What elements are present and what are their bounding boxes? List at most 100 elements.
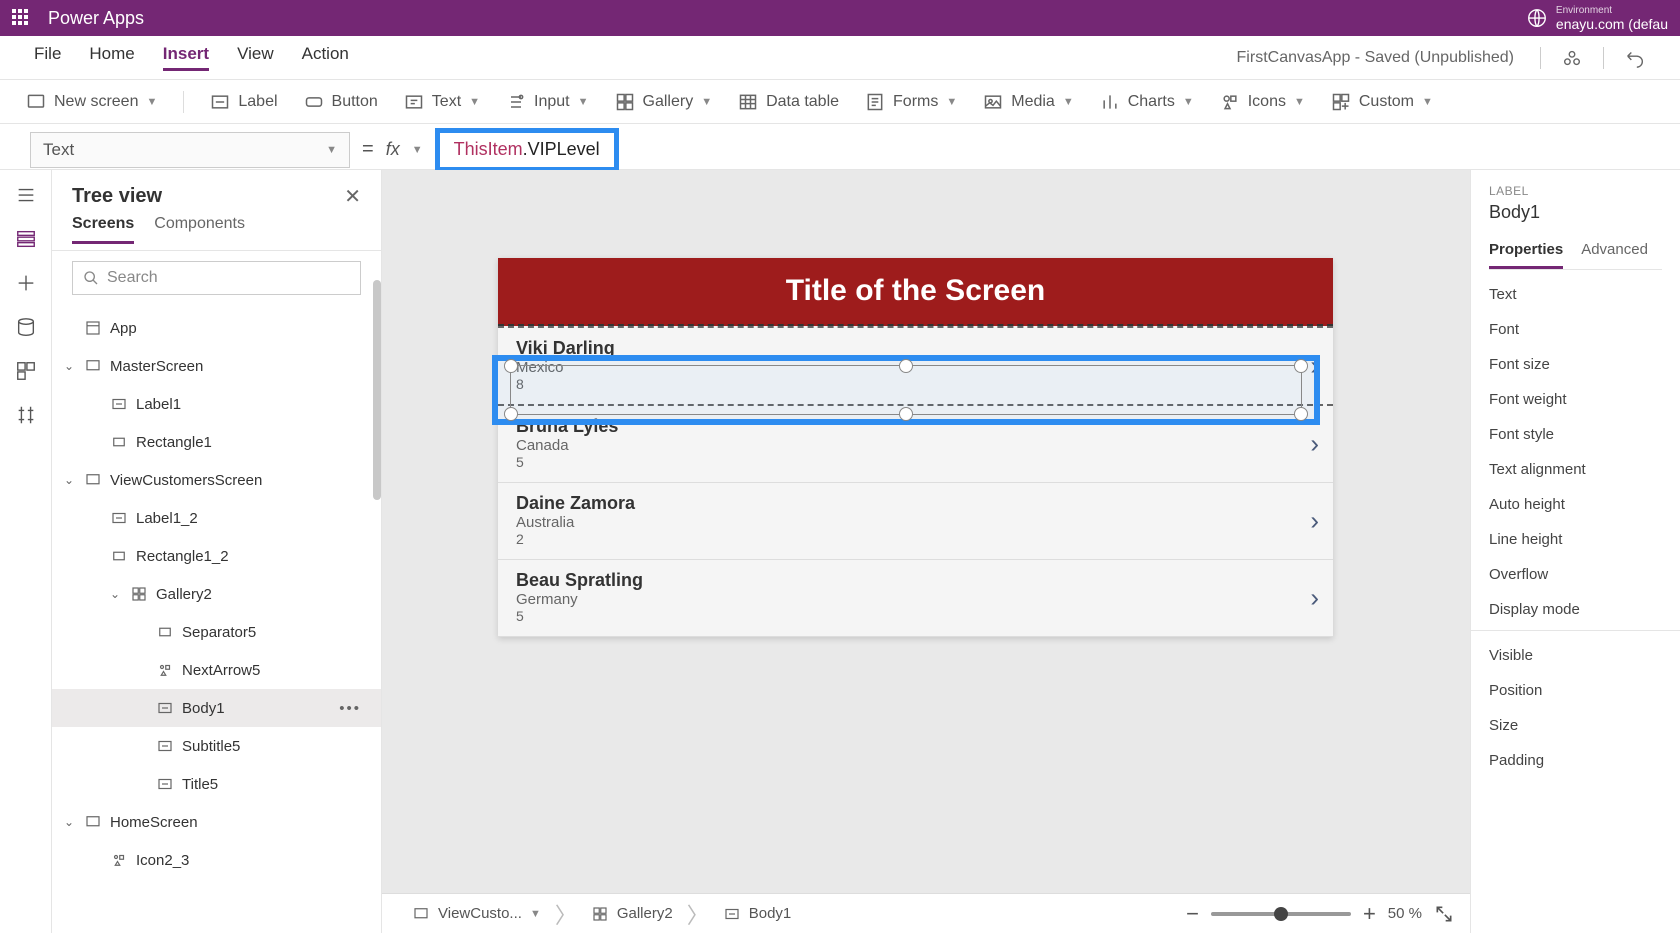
ribbon-media[interactable]: Media▼ <box>983 92 1073 112</box>
prop-overflow[interactable]: Overflow <box>1489 566 1662 583</box>
ribbon-button[interactable]: Button <box>304 92 378 112</box>
zoom-out-button[interactable]: − <box>1186 901 1199 927</box>
app-title: Power Apps <box>48 8 144 29</box>
ribbon-forms[interactable]: Forms▼ <box>865 92 957 112</box>
tree-node-rectangle1[interactable]: Rectangle1 <box>52 423 381 461</box>
chevron-down-icon[interactable]: ▼ <box>412 144 423 156</box>
tree-node-app[interactable]: App <box>52 309 381 347</box>
zoom-slider[interactable] <box>1211 912 1351 916</box>
tree-node-title5[interactable]: Title5 <box>52 765 381 803</box>
ribbon-label[interactable]: Label <box>210 92 277 112</box>
ribbon-input[interactable]: Input▼ <box>506 92 588 112</box>
chevron-right-icon[interactable]: › <box>1310 506 1319 537</box>
tab-advanced[interactable]: Advanced <box>1581 241 1648 269</box>
menu-view[interactable]: View <box>237 44 274 71</box>
save-status: FirstCanvasApp - Saved (Unpublished) <box>1237 49 1514 67</box>
prop-line-height[interactable]: Line height <box>1489 531 1662 548</box>
prop-font-style[interactable]: Font style <box>1489 426 1662 443</box>
fx-icon[interactable]: fx <box>386 139 400 160</box>
gallery-row[interactable]: Bruna LylesCanada5› <box>498 406 1333 483</box>
ribbon-new-screen[interactable]: New screen▼ <box>26 92 157 112</box>
gallery-row[interactable]: Beau SpratlingGermany5› <box>498 560 1333 637</box>
tree-node-separator5[interactable]: Separator5 <box>52 613 381 651</box>
tree-node-label1-2[interactable]: Label1_2 <box>52 499 381 537</box>
device-preview[interactable]: Title of the Screen Viki DarlingMexico8›… <box>498 258 1333 637</box>
tree-node-homescreen[interactable]: ⌄HomeScreen <box>52 803 381 841</box>
row-title: Viki Darling <box>516 338 1315 359</box>
search-placeholder: Search <box>107 269 158 287</box>
prop-position[interactable]: Position <box>1489 682 1662 699</box>
app-launcher-icon[interactable] <box>12 9 30 27</box>
ribbon-gallery[interactable]: Gallery▼ <box>615 92 713 112</box>
prop-text-alignment[interactable]: Text alignment <box>1489 461 1662 478</box>
tree-node-icon2-3[interactable]: Icon2_3 <box>52 841 381 879</box>
menu-file[interactable]: File <box>34 44 61 71</box>
prop-display-mode[interactable]: Display mode <box>1489 601 1662 618</box>
gallery-icon <box>130 585 148 603</box>
caret-icon: ⌄ <box>64 473 76 487</box>
tools-icon[interactable] <box>15 404 37 426</box>
fit-icon[interactable] <box>1434 904 1454 924</box>
tree-node-nextarrow5[interactable]: NextArrow5 <box>52 651 381 689</box>
tree-node-viewcustomersscreen[interactable]: ⌄ViewCustomersScreen <box>52 461 381 499</box>
media-icon[interactable] <box>15 360 37 382</box>
prop-padding[interactable]: Padding <box>1489 752 1662 769</box>
tab-properties[interactable]: Properties <box>1489 241 1563 269</box>
ribbon-icons[interactable]: Icons▼ <box>1220 92 1305 112</box>
chevron-right-icon[interactable]: › <box>1310 429 1319 460</box>
data-icon[interactable] <box>15 316 37 338</box>
tree-node-masterscreen[interactable]: ⌄MasterScreen <box>52 347 381 385</box>
prop-font-size[interactable]: Font size <box>1489 356 1662 373</box>
chevron-down-icon: ▼ <box>469 96 480 108</box>
ribbon-data-table[interactable]: Data table <box>738 92 839 112</box>
search-input[interactable]: Search <box>72 261 361 295</box>
icon-icon <box>110 851 128 869</box>
prop-font-weight[interactable]: Font weight <box>1489 391 1662 408</box>
ribbon-charts[interactable]: Charts▼ <box>1100 92 1194 112</box>
tree-node-label1[interactable]: Label1 <box>52 385 381 423</box>
tree-node-subtitle5[interactable]: Subtitle5 <box>52 727 381 765</box>
gallery-row[interactable]: Daine ZamoraAustralia2› <box>498 483 1333 560</box>
prop-visible[interactable]: Visible <box>1489 647 1662 664</box>
ribbon-text[interactable]: Text▼ <box>404 92 480 112</box>
breadcrumb-gallery2[interactable]: Gallery2 <box>577 894 687 934</box>
prop-font[interactable]: Font <box>1489 321 1662 338</box>
ribbon-custom[interactable]: Custom▼ <box>1331 92 1433 112</box>
chevron-right-icon[interactable]: › <box>1310 351 1319 382</box>
row-title: Bruna Lyles <box>516 416 1315 437</box>
tab-screens[interactable]: Screens <box>72 215 134 244</box>
label-icon <box>110 509 128 527</box>
prop-size[interactable]: Size <box>1489 717 1662 734</box>
gallery-row[interactable]: Viki DarlingMexico8› <box>498 326 1333 406</box>
undo-icon[interactable] <box>1624 47 1646 69</box>
screen-icon <box>412 905 430 923</box>
prop-auto-height[interactable]: Auto height <box>1489 496 1662 513</box>
props-type-label: LABEL <box>1489 184 1662 198</box>
close-icon[interactable]: ✕ <box>344 184 361 209</box>
breadcrumb-viewcusto-[interactable]: ViewCusto... ▼ <box>398 894 555 934</box>
chevron-down-icon: ▼ <box>530 908 541 920</box>
chevron-down-icon: ▼ <box>1294 96 1305 108</box>
menu-insert[interactable]: Insert <box>163 44 209 71</box>
app-checker-icon[interactable] <box>1561 47 1583 69</box>
more-icon[interactable]: ••• <box>339 700 361 717</box>
tree-node-body1[interactable]: Body1••• <box>52 689 381 727</box>
canvas: Title of the Screen Viki DarlingMexico8›… <box>382 170 1470 933</box>
zoom-in-button[interactable]: + <box>1363 901 1376 927</box>
tree-scrollbar[interactable] <box>373 280 381 640</box>
chevron-right-icon[interactable]: › <box>1310 583 1319 614</box>
row-body: 5 <box>516 454 1315 470</box>
tab-components[interactable]: Components <box>154 215 245 244</box>
add-icon[interactable] <box>15 272 37 294</box>
hamburger-icon[interactable] <box>15 184 37 206</box>
menu-action[interactable]: Action <box>302 44 349 71</box>
property-selector[interactable]: Text ▼ <box>30 132 350 168</box>
formula-input[interactable]: ThisItem.VIPLevel <box>435 128 619 172</box>
prop-text[interactable]: Text <box>1489 286 1662 303</box>
tree-node-rectangle1-2[interactable]: Rectangle1_2 <box>52 537 381 575</box>
menu-home[interactable]: Home <box>89 44 134 71</box>
breadcrumb-body1[interactable]: Body1 <box>709 894 806 934</box>
tree-view-icon[interactable] <box>15 228 37 250</box>
tree-panel: Tree view ✕ Screens Components Search Ap… <box>52 170 382 933</box>
tree-node-gallery2[interactable]: ⌄Gallery2 <box>52 575 381 613</box>
